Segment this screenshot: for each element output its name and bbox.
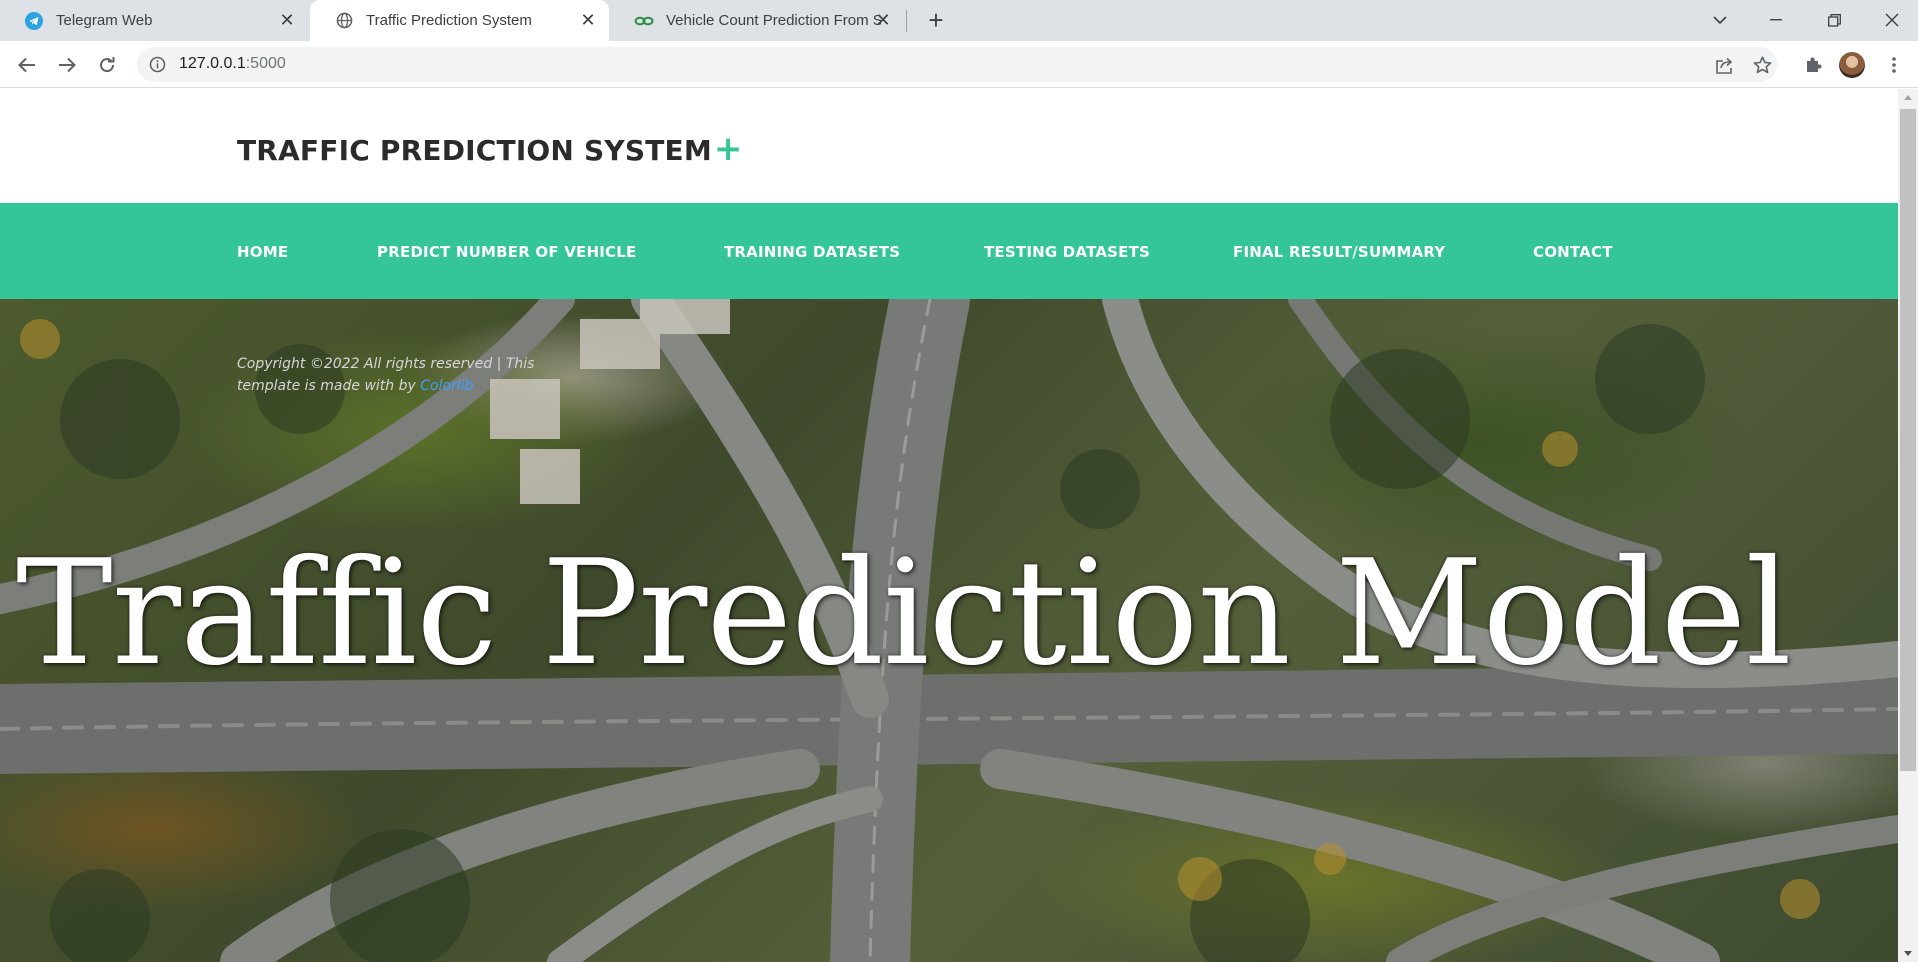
arrow-right-icon [59,57,76,73]
tab-separator [906,10,907,32]
scroll-thumb[interactable] [1900,109,1916,771]
reload-button[interactable] [93,51,121,79]
plus-icon: + [713,129,743,169]
nav-testing-datasets[interactable]: TESTING DATASETS [984,243,1150,261]
url-port: :5000 [245,55,286,72]
url-host: 127.0.0.1 [179,55,246,72]
tab-traffic-prediction-system[interactable]: Traffic Prediction System ✕ [310,0,609,41]
page-viewport: TRAFFIC PREDICTION SYSTEM+ HOME PREDICT … [0,89,1898,962]
share-icon [1715,57,1732,74]
minimize-icon [1770,19,1782,21]
telegram-icon [24,11,44,31]
restore-button[interactable] [1814,4,1854,36]
new-tab-button[interactable]: + [922,6,950,34]
nav-final-result-summary[interactable]: FINAL RESULT/SUMMARY [1233,243,1445,261]
share-button[interactable] [1710,51,1738,79]
close-icon [1885,13,1899,27]
browser-toolbar: 127.0.0.1:5000 [0,41,1918,88]
hero-title: Traffic Prediction Model [16,529,1792,698]
scroll-down-arrow-icon[interactable] [1904,951,1912,956]
colorlib-link[interactable]: Colorlib [420,378,473,394]
site-logo[interactable]: TRAFFIC PREDICTION SYSTEM+ [237,129,743,169]
close-window-button[interactable] [1872,4,1912,36]
link-icon [634,11,654,31]
close-tab-icon[interactable]: ✕ [579,11,597,29]
tab-title: Telegram Web [56,12,153,29]
tab-title: Traffic Prediction System [366,12,532,29]
nav-contact[interactable]: CONTACT [1533,243,1613,261]
main-nav: HOME PREDICT NUMBER OF VEHICLE TRAINING … [0,203,1898,299]
globe-icon [334,11,354,31]
menu-button[interactable] [1880,51,1908,79]
tab-title: Vehicle Count Prediction From Se [666,12,881,29]
nav-training-datasets[interactable]: TRAINING DATASETS [724,243,900,261]
nav-predict-number-of-vehicle[interactable]: PREDICT NUMBER OF VEHICLE [377,243,636,261]
puzzle-icon [1807,57,1822,72]
site-header: TRAFFIC PREDICTION SYSTEM+ [0,89,1898,203]
close-tab-icon[interactable]: ✕ [278,11,296,29]
copyright-body: Copyright ©2022 All rights reserved | Th… [237,356,535,394]
forward-button[interactable] [53,51,81,79]
kebab-menu-icon [1892,57,1896,73]
chevron-down-icon [1713,15,1727,24]
info-icon[interactable] [149,56,166,73]
minimize-button[interactable] [1756,4,1796,36]
close-tab-icon[interactable]: ✕ [874,11,892,29]
logo-text: TRAFFIC PREDICTION SYSTEM [237,134,712,167]
profile-avatar[interactable] [1839,52,1865,78]
arrow-left-icon [18,57,35,73]
page-scrollbar[interactable] [1898,89,1918,962]
url-text: 127.0.0.1:5000 [179,55,286,73]
tab-search-button[interactable] [1700,4,1740,36]
hero-section: Copyright ©2022 All rights reserved | Th… [0,299,1898,962]
nav-home[interactable]: HOME [237,243,288,261]
back-button[interactable] [13,51,41,79]
copyright-text: Copyright ©2022 All rights reserved | Th… [237,353,557,397]
tab-telegram-web[interactable]: Telegram Web ✕ [0,0,308,41]
reload-icon [100,57,115,73]
star-icon [1753,56,1771,74]
restore-icon [1827,13,1841,27]
bookmark-button[interactable] [1748,51,1776,79]
extensions-button[interactable] [1799,51,1827,79]
browser-tab-strip: Telegram Web ✕ Traffic Prediction System… [0,0,1918,41]
address-bar[interactable]: 127.0.0.1:5000 [137,47,1777,82]
tab-vehicle-count-prediction[interactable]: Vehicle Count Prediction From Se ✕ [610,0,904,41]
scroll-up-arrow-icon[interactable] [1904,95,1912,100]
